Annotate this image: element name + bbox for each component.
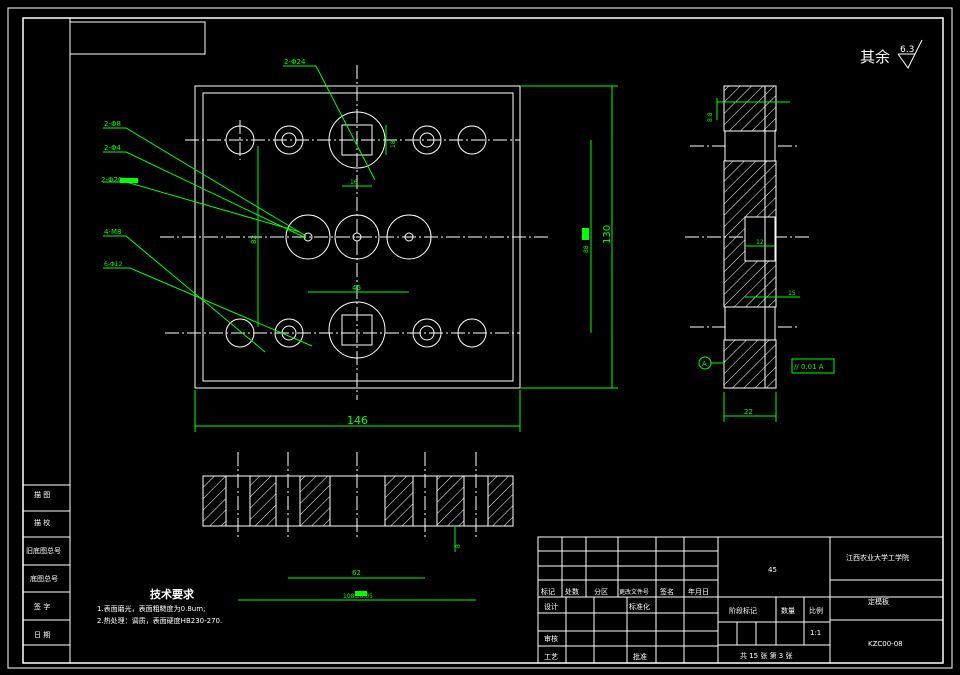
role-design: 设计 [544,602,558,611]
rev-header-2: 分区 [594,587,608,596]
school-name: 江西农业大学工学院 [846,553,909,562]
roughness-note: 其余 6.3 [860,39,923,69]
dim-sq-18: 18 [390,140,397,148]
dim-sec-8: 8 [455,544,462,548]
scale-value: 1:1 [810,629,821,637]
dim-sec-108: 108±0.05 [343,593,373,600]
strip-4: 底图总号 [30,574,58,583]
left-strip: 描 图 描 校 旧底图总号 底图总号 签 字 日 期 [22,484,71,664]
dim-146: 146 [347,414,368,427]
dim-46: 46 [352,284,361,292]
role-review: 审核 [544,634,558,643]
role-standard: 标准化 [629,602,650,611]
dim-82: 82 [250,235,258,244]
title-block: 标记 处数 分区 更改文件号 签名 年月日 设计 标准化 审核 工艺 批准 45… [537,536,944,664]
tech-requirements: 技术要求 1.表面磨光，表面粗糙度为0.8um; 2.热处理：调质，表面硬度HB… [97,587,222,625]
datum-a: A [702,360,707,368]
cad-drawing: 其余 6.3 146 130 82 88 46 16 18 2-Φ24 2-Φ8… [7,7,953,669]
dim-sq-16: 16 [350,179,358,186]
dim-sec-62: 62 [352,569,361,577]
dim-130: 130 [602,225,613,244]
role-process: 工艺 [544,653,558,661]
strip-2: 描 校 [34,518,50,527]
label-2-phi24: 2-Φ24 [284,58,306,66]
tech-line-1: 1.表面磨光，表面粗糙度为0.8um; [97,604,205,613]
sheet-count: 共 15 张 第 3 张 [740,651,793,660]
rev-header-1: 处数 [565,587,579,596]
rev-header-3: 更改文件号 [619,588,649,596]
material: 45 [768,566,777,574]
label-left-2: 2-Φ4 [104,144,121,152]
plan-dimensions: 146 130 82 88 46 16 18 2-Φ24 2-Φ8 2-Φ4 2… [101,58,618,432]
side-view: 22 8.8 12 15 A // 0.01 A [685,85,835,422]
dim-right-small: 88 [583,245,590,253]
weight-label: 数量 [781,606,795,615]
section-view: 62 108±0.05 8 [202,452,514,601]
roughness-label: 其余 [860,48,890,66]
strip-5: 签 字 [34,602,50,611]
top-left-box [69,21,206,55]
label-left-1: 2-Φ8 [104,120,121,128]
label-left-4: 4-M8 [104,228,121,236]
rev-header-5: 年月日 [688,587,709,596]
stage-label: 阶段标记 [729,606,757,615]
role-approve: 批准 [633,652,647,661]
strip-6: 日 期 [34,631,50,639]
scale-label: 比例 [809,606,823,615]
sheet-outer-border [7,7,953,669]
tech-title: 技术要求 [150,587,195,601]
tolerance-frame: // 0.01 A [794,363,824,371]
dim-side-8: 8.8 [707,112,714,122]
drawing-number: KZC00-08 [868,640,903,648]
strip-1: 描 图 [34,490,50,499]
rev-header-0: 标记 [541,587,555,596]
strip-3: 旧底图总号 [26,546,61,555]
dim-side-12: 12 [756,239,764,246]
label-left-3: 2-Φ20 [101,176,122,184]
dim-side-22: 22 [744,408,753,416]
dim-side-15: 15 [788,290,796,297]
plan-view [160,65,550,400]
part-name: 定模板 [868,597,889,606]
sheet-frame [22,17,944,664]
rev-header-4: 签名 [660,587,674,596]
tech-line-2: 2.热处理：调质，表面硬度HB230-270. [97,616,222,625]
label-left-5: 6-Φ12 [104,261,123,268]
